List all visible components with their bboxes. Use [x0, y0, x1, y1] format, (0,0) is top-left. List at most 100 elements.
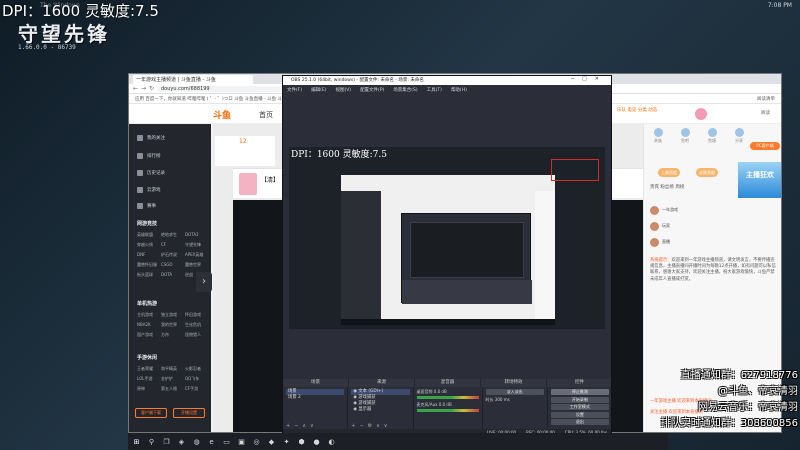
category-link[interactable]: DNF — [137, 252, 161, 258]
settings-button[interactable]: 设置 — [550, 411, 609, 418]
rank-tabs[interactable]: 贵宾 粉丝榜 周榜 — [650, 184, 684, 190]
app-icon[interactable]: ◐ — [327, 437, 336, 446]
obs-preview[interactable]: DPI：1600 灵敏度:7.5 — [289, 147, 605, 329]
menu-edit[interactable]: 编辑(E) — [311, 87, 326, 93]
menu-profile[interactable]: 配置文件(P) — [360, 87, 384, 93]
scene-item[interactable]: 场景 2 — [286, 395, 344, 401]
menu-file[interactable]: 文件(F) — [287, 87, 302, 93]
category-link[interactable]: 守望先锋 — [185, 242, 209, 248]
sidebar-item-cloudgame[interactable]: 云游戏 — [137, 186, 161, 194]
category-link[interactable]: 魔兽世界 — [185, 262, 209, 268]
top-nav-items[interactable]: 乐队 电竞 分类 动态 — [617, 107, 657, 113]
sidebar-item-ranking[interactable]: 排行榜 — [137, 152, 161, 160]
search-icon[interactable]: ⚲ — [147, 437, 156, 446]
start-recording-button[interactable]: 开始录制 — [550, 396, 609, 403]
category-link[interactable]: 金铲铲 — [161, 376, 185, 382]
category-link[interactable]: 怀旧游戏 — [185, 312, 209, 318]
last-week-button[interactable]: 上周贡献 — [658, 168, 680, 177]
browser-tab[interactable]: 一年游戏主播频道 | 斗鱼直播 - 斗鱼 — [133, 75, 253, 84]
volume-meter[interactable] — [416, 396, 479, 399]
app-icon[interactable]: ◆ — [267, 437, 276, 446]
exit-button[interactable]: 退出 — [550, 419, 609, 425]
category-link[interactable]: NBA2K — [137, 322, 161, 328]
pc-client-button[interactable]: PC客户端 — [750, 142, 780, 150]
category-link[interactable]: 国产游戏 — [137, 332, 161, 338]
sidebar-collapse-icon[interactable]: › — [196, 272, 212, 292]
app-icon[interactable]: ✦ — [282, 437, 291, 446]
category-link[interactable]: 魔兽怀旧服 — [137, 262, 161, 268]
category-link[interactable]: DOTA — [161, 272, 185, 278]
category-link[interactable]: CSGO — [161, 262, 185, 268]
this-week-button[interactable]: 本周贡献 — [696, 168, 718, 177]
download-client-button[interactable]: 客户端下载 — [135, 408, 167, 418]
category-link[interactable]: 怪物猎人 — [185, 332, 209, 338]
category-link[interactable]: 炉石传说 — [161, 252, 185, 258]
steam-icon[interactable]: ◈ — [177, 437, 186, 446]
window-controls[interactable]: ─□✕ — [571, 76, 607, 82]
category-link[interactable]: 原神 — [137, 386, 161, 392]
category-link[interactable]: 穿越火线 — [137, 242, 161, 248]
category-link[interactable]: 英雄联盟 — [137, 232, 161, 238]
category-link[interactable]: 绝地求生 — [161, 232, 185, 238]
category-link[interactable]: CF — [161, 242, 185, 248]
bookmark-items[interactable]: 应用 百度一下，你就知道 哔哩哔哩 ( ゜- ゜)つロ 斗鱼 斗鱼直播 - 斗鱼… — [135, 97, 296, 102]
category-link[interactable]: 生化危机 — [185, 322, 209, 328]
category-link[interactable]: CF手游 — [185, 386, 209, 392]
category-link[interactable]: QQ飞车 — [185, 376, 209, 382]
category-link[interactable]: DOTA2 — [185, 232, 209, 238]
category-link[interactable]: APEX英雄 — [185, 252, 209, 258]
app-icon[interactable]: ● — [312, 437, 321, 446]
gift-item[interactable]: 鱼吧 — [681, 128, 690, 143]
category-link[interactable]: 和平精英 — [161, 366, 185, 372]
studio-mode-button[interactable]: 工作室模式 — [550, 404, 609, 410]
room-thumbnail[interactable] — [239, 173, 257, 195]
forward-icon[interactable]: → — [141, 85, 146, 92]
start-stream-button[interactable]: 开播设置 — [173, 408, 205, 418]
douyu-logo[interactable]: 斗鱼 — [213, 108, 231, 121]
reading-list[interactable]: 阅读清单 — [757, 96, 775, 102]
user-avatar[interactable] — [695, 108, 707, 120]
gift-item[interactable]: 分享 — [735, 128, 744, 143]
reload-icon[interactable]: ↻ — [149, 85, 154, 92]
promo-banner[interactable]: 主播狂欢 — [738, 162, 781, 198]
obs-taskbar-icon[interactable]: ◎ — [252, 437, 261, 446]
category-link[interactable]: LOL手游 — [137, 376, 161, 382]
volume-meter[interactable] — [416, 409, 479, 412]
nav-home[interactable]: 首页 — [259, 110, 273, 120]
stop-streaming-button[interactable]: 停止推流 — [550, 389, 609, 395]
folder-icon[interactable]: ▭ — [222, 437, 231, 446]
rank-row[interactable]: 直播 — [650, 236, 730, 248]
edge-icon[interactable]: e — [207, 437, 216, 446]
task-view-icon[interactable]: ❐ — [162, 437, 171, 446]
back-icon[interactable]: ← — [133, 85, 138, 92]
rank-row[interactable]: 一年游戏 — [650, 204, 730, 216]
game-icon[interactable]: ⬢ — [297, 437, 306, 446]
gift-item[interactable]: 贵族 — [654, 128, 663, 143]
category-link[interactable]: 主机游戏 — [137, 312, 161, 318]
gift-item[interactable]: 鱼塘 — [708, 128, 717, 143]
duration-value[interactable]: 300 ms — [495, 397, 510, 402]
menu-view[interactable]: 视图(V) — [335, 87, 351, 93]
store-icon[interactable]: ▣ — [237, 437, 246, 446]
transition-select[interactable]: 淡入淡出 — [485, 389, 544, 395]
category-link[interactable]: 方舟 — [161, 332, 185, 338]
menu-tools[interactable]: 工具(T) — [427, 87, 442, 93]
menu-scene-collection[interactable]: 场景集合(S) — [393, 87, 417, 93]
top-right-nav[interactable]: 阅读 — [761, 110, 770, 116]
category-link[interactable]: 王者荣耀 — [137, 366, 161, 372]
rank-row[interactable]: 玩家 — [650, 220, 730, 232]
sidebar-item-events[interactable]: 赛事 — [137, 202, 156, 210]
category-link[interactable]: 第五人格 — [161, 386, 185, 392]
browser-icon[interactable]: ◍ — [192, 437, 201, 446]
sidebar-item-follow[interactable]: 我的关注 — [137, 134, 165, 142]
sidebar-item-history[interactable]: 历史记录 — [137, 169, 165, 177]
windows-start-icon[interactable]: ⊞ — [132, 437, 141, 446]
menu-help[interactable]: 帮助(H) — [451, 87, 467, 93]
source-item[interactable]: ◉ 显示器 — [351, 407, 409, 413]
category-link[interactable]: 火影忍者 — [185, 366, 209, 372]
category-link[interactable]: 独立游戏 — [161, 312, 185, 318]
category-link[interactable]: 我的世界 — [161, 322, 185, 328]
preview-selection-box[interactable] — [551, 159, 599, 181]
category-link[interactable]: 街头篮球 — [137, 272, 161, 278]
history-icon — [137, 170, 143, 176]
